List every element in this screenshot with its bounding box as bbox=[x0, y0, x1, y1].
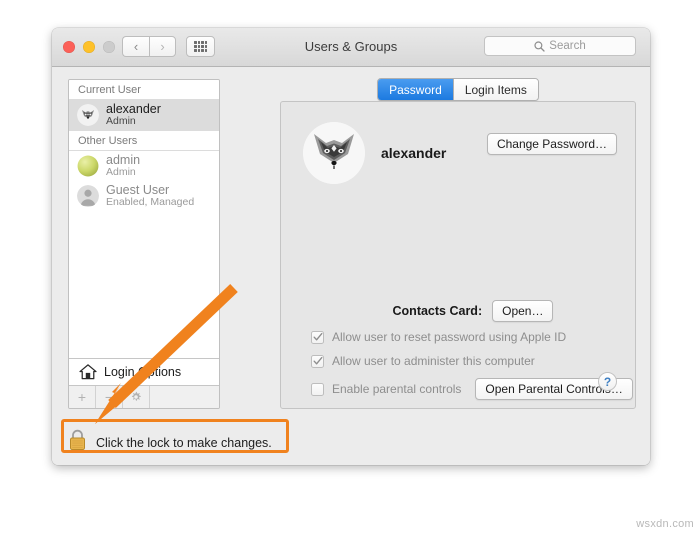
sidebar-item-alexander-role: Admin bbox=[106, 115, 136, 128]
home-icon bbox=[79, 364, 97, 380]
person-avatar-icon bbox=[77, 185, 99, 207]
checkbox-administer[interactable] bbox=[311, 354, 324, 368]
search-input[interactable]: Search bbox=[484, 36, 636, 56]
sidebar-item-admin-text: admin Admin bbox=[106, 153, 140, 179]
change-password-button[interactable]: Change Password… bbox=[486, 133, 617, 155]
sphere-avatar-icon bbox=[77, 155, 99, 177]
window-body: Password Login Items Current User alexan… bbox=[52, 67, 650, 465]
sidebar-item-alexander-name: alexander bbox=[106, 102, 161, 117]
contacts-card-row: Contacts Card: Open… bbox=[281, 300, 635, 322]
search-placeholder: Search bbox=[549, 40, 586, 52]
tab-login-items[interactable]: Login Items bbox=[452, 79, 538, 100]
sidebar-item-guest-user[interactable]: Guest User Enabled, Managed bbox=[69, 181, 219, 211]
password-tab-panel: alexander Change Password… Contacts Card… bbox=[280, 101, 636, 409]
sidebar-item-admin[interactable]: admin Admin bbox=[69, 151, 219, 181]
contacts-card-label: Contacts Card: bbox=[392, 304, 483, 318]
fox-avatar-icon bbox=[77, 104, 99, 126]
checkbox-parental-controls[interactable] bbox=[311, 382, 324, 396]
checkbox-label-reset-password: Allow user to reset password using Apple… bbox=[332, 330, 567, 344]
sidebar-item-admin-role: Admin bbox=[106, 166, 136, 179]
checkbox-row-administer[interactable]: Allow user to administer this computer bbox=[311, 354, 535, 368]
search-icon bbox=[534, 40, 545, 52]
sidebar-item-admin-name: admin bbox=[106, 153, 141, 168]
tab-password[interactable]: Password bbox=[378, 79, 453, 100]
checkmark-icon bbox=[313, 356, 322, 365]
sidebar-toolbar: + − bbox=[69, 385, 219, 408]
checkbox-reset-password[interactable] bbox=[311, 330, 324, 344]
user-list-sidebar: Current User alexander Admin Other Users… bbox=[68, 79, 220, 409]
sidebar-item-login-options[interactable]: Login Options bbox=[69, 358, 219, 385]
checkbox-row-parental-controls[interactable]: Enable parental controls Open Parental C… bbox=[311, 378, 633, 400]
window-titlebar: ‹ › Users & Groups Search bbox=[52, 28, 650, 67]
sidebar-item-alexander-text: alexander Admin bbox=[106, 102, 161, 128]
lock-bar-label: Click the lock to make changes. bbox=[96, 435, 272, 450]
remove-user-button: − bbox=[96, 386, 123, 408]
watermark: wsxdn.com bbox=[636, 518, 694, 530]
fox-avatar-icon[interactable] bbox=[303, 122, 365, 184]
contacts-open-button[interactable]: Open… bbox=[492, 300, 554, 322]
account-name: alexander bbox=[381, 145, 447, 161]
sidebar-item-alexander[interactable]: alexander Admin bbox=[69, 100, 219, 130]
checkbox-row-reset-password[interactable]: Allow user to reset password using Apple… bbox=[311, 330, 566, 344]
group-header-current-user: Current User bbox=[69, 80, 219, 100]
account-header: alexander bbox=[303, 122, 446, 184]
sidebar-item-guest-status: Enabled, Managed bbox=[106, 196, 195, 209]
group-header-other-users: Other Users bbox=[69, 130, 219, 151]
help-button[interactable]: ? bbox=[598, 372, 617, 391]
checkmark-icon bbox=[313, 332, 322, 341]
gear-icon bbox=[123, 386, 150, 408]
checkbox-label-administer: Allow user to administer this computer bbox=[332, 354, 535, 368]
login-options-label: Login Options bbox=[104, 365, 182, 379]
sidebar-item-guest-name: Guest User bbox=[106, 183, 170, 198]
lock-bar[interactable]: Click the lock to make changes. bbox=[68, 429, 272, 456]
tab-bar: Password Login Items bbox=[280, 78, 636, 101]
locked-padlock-icon[interactable] bbox=[68, 429, 87, 456]
sidebar-item-guest-text: Guest User Enabled, Managed bbox=[106, 183, 194, 209]
add-user-button: + bbox=[69, 386, 96, 408]
checkbox-label-parental-controls: Enable parental controls bbox=[332, 382, 462, 396]
users-and-groups-window: ‹ › Users & Groups Search Password Login… bbox=[52, 28, 650, 465]
